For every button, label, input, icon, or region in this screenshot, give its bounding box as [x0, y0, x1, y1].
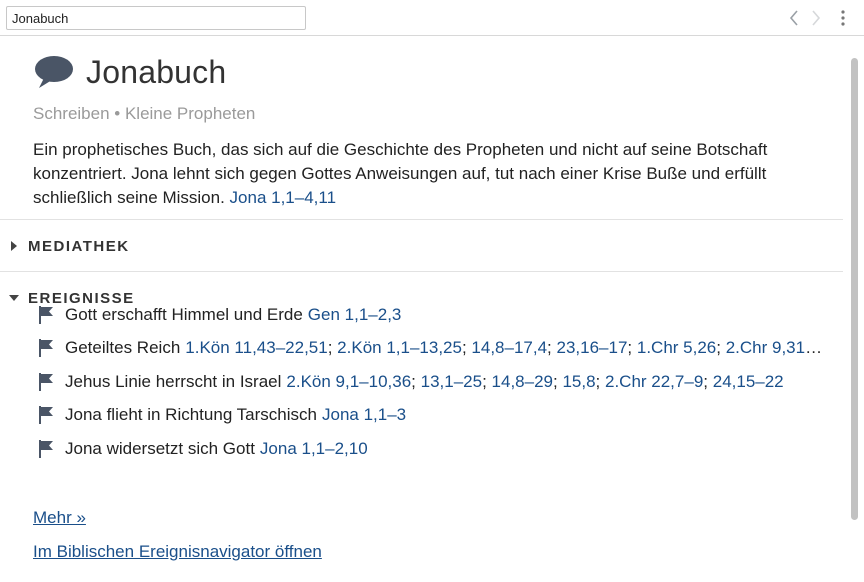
- section-mediathek[interactable]: MEDIATHEK: [0, 231, 843, 261]
- event-reference-link[interactable]: 2.Chr 9,31–10,19: [726, 338, 828, 357]
- flag-icon: [39, 305, 53, 324]
- event-reference-link[interactable]: 14,8–17,4: [471, 338, 547, 357]
- description-reference-link[interactable]: Jona 1,1–4,11: [230, 188, 337, 207]
- flag-icon: [39, 339, 53, 358]
- flag-icon: [39, 406, 53, 425]
- article-header: Jonabuch: [34, 52, 226, 92]
- scrollbar-thumb[interactable]: [851, 58, 858, 520]
- event-reference-link[interactable]: Gen 1,1–2,3: [308, 305, 402, 324]
- event-reference-link[interactable]: 13,1–25: [421, 372, 482, 391]
- event-text: Gott erschafft Himmel und Erde Gen 1,1–2,…: [65, 305, 401, 325]
- chevron-left-icon: [789, 10, 798, 26]
- event-row: Gott erschafft Himmel und Erde Gen 1,1–2,…: [36, 298, 828, 332]
- article-description: Ein prophetisches Buch, das sich auf die…: [33, 138, 833, 210]
- event-reference-link[interactable]: Jona 1,1–3: [322, 405, 406, 424]
- event-name: Jehus Linie herrscht in Israel: [65, 371, 282, 391]
- event-text: Jona widersetzt sich Gott Jona 1,1–2,10: [65, 439, 368, 459]
- article-subtitle: Schreiben • Kleine Propheten: [33, 104, 256, 123]
- speech-bubble-icon: [35, 56, 73, 88]
- vertical-dots-icon: [841, 10, 845, 26]
- events-list: Gott erschafft Himmel und Erde Gen 1,1–2,…: [36, 298, 828, 466]
- event-text: Jehus Linie herrscht in Israel 2.Kön 9,1–…: [65, 371, 784, 391]
- more-menu-button[interactable]: [836, 8, 850, 28]
- event-text: Geteiltes Reich 1.Kön 11,43–22,51; 2.Kön …: [65, 338, 828, 358]
- forward-button[interactable]: [808, 8, 824, 28]
- event-name: Jona widersetzt sich Gott: [65, 438, 255, 458]
- divider: [0, 219, 843, 220]
- event-navigator-link[interactable]: Im Biblischen Ereignisnavigator öffnen: [33, 542, 322, 562]
- event-reference-link[interactable]: 2.Kön 1,1–13,25: [337, 338, 462, 357]
- flag-icon: [39, 439, 53, 458]
- event-reference-link[interactable]: 1.Kön 11,43–22,51: [185, 338, 327, 357]
- caret-down-icon: [0, 283, 28, 313]
- chevron-right-icon: [812, 10, 821, 26]
- event-name: Jona flieht in Richtung Tarschisch: [65, 405, 317, 425]
- more-link[interactable]: Mehr »: [33, 508, 86, 528]
- event-text: Jona flieht in Richtung Tarschisch Jona 1…: [65, 405, 406, 425]
- event-reference-link[interactable]: 15,8: [562, 372, 595, 391]
- event-reference-link[interactable]: Jona 1,1–2,10: [260, 439, 368, 458]
- toolbar: [0, 0, 864, 36]
- event-row: Geteiltes Reich 1.Kön 11,43–22,51; 2.Kön …: [36, 332, 828, 366]
- event-reference-link[interactable]: 2.Kön 9,1–10,36: [286, 372, 411, 391]
- event-reference-link[interactable]: 24,15–22: [713, 372, 784, 391]
- event-name: Gott erschafft Himmel und Erde: [65, 304, 303, 324]
- page-title: Jonabuch: [86, 53, 227, 90]
- description-text: Ein prophetisches Buch, das sich auf die…: [33, 140, 768, 207]
- scrollbar[interactable]: [846, 36, 864, 582]
- section-title: MEDIATHEK: [28, 237, 130, 255]
- event-row: Jona widersetzt sich Gott Jona 1,1–2,10: [36, 432, 828, 466]
- flag-icon: [39, 372, 53, 391]
- caret-right-icon: [0, 231, 28, 261]
- event-row: Jona flieht in Richtung Tarschisch Jona 1…: [36, 399, 828, 433]
- divider: [0, 271, 843, 272]
- event-reference-link[interactable]: 23,16–17: [557, 338, 628, 357]
- search-input[interactable]: [6, 6, 306, 30]
- event-reference-link[interactable]: 2.Chr 22,7–9: [605, 372, 703, 391]
- event-reference-link[interactable]: 1.Chr 5,26: [637, 338, 716, 357]
- event-reference-link[interactable]: 14,8–29: [492, 372, 553, 391]
- event-name: Geteiltes Reich: [65, 338, 181, 358]
- event-row: Jehus Linie herrscht in Israel 2.Kön 9,1–…: [36, 365, 828, 399]
- back-button[interactable]: [786, 8, 802, 28]
